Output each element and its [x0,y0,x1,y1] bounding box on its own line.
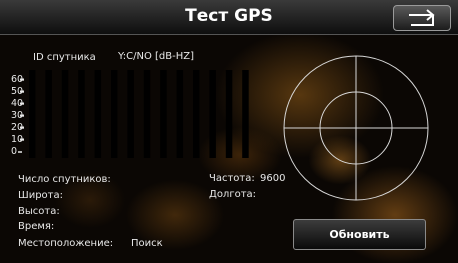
altitude-label: Высота: [18,206,60,217]
latitude-label: Широта: [18,190,63,201]
sat-count-label: Число спутников: [18,174,111,185]
refresh-button[interactable]: Обновить [293,219,426,250]
location-label: Местоположение: [18,238,114,249]
frequency-value: 9600 [260,173,286,184]
longitude-label: Долгота: [209,189,257,200]
location-value: Поиск [131,238,163,249]
frequency-label: Частота: [209,173,255,184]
gps-test-screen: Тест GPS ID спутника Y:C/NO [dB-HZ] 60 5… [0,0,458,263]
time-label: Время: [18,221,55,232]
